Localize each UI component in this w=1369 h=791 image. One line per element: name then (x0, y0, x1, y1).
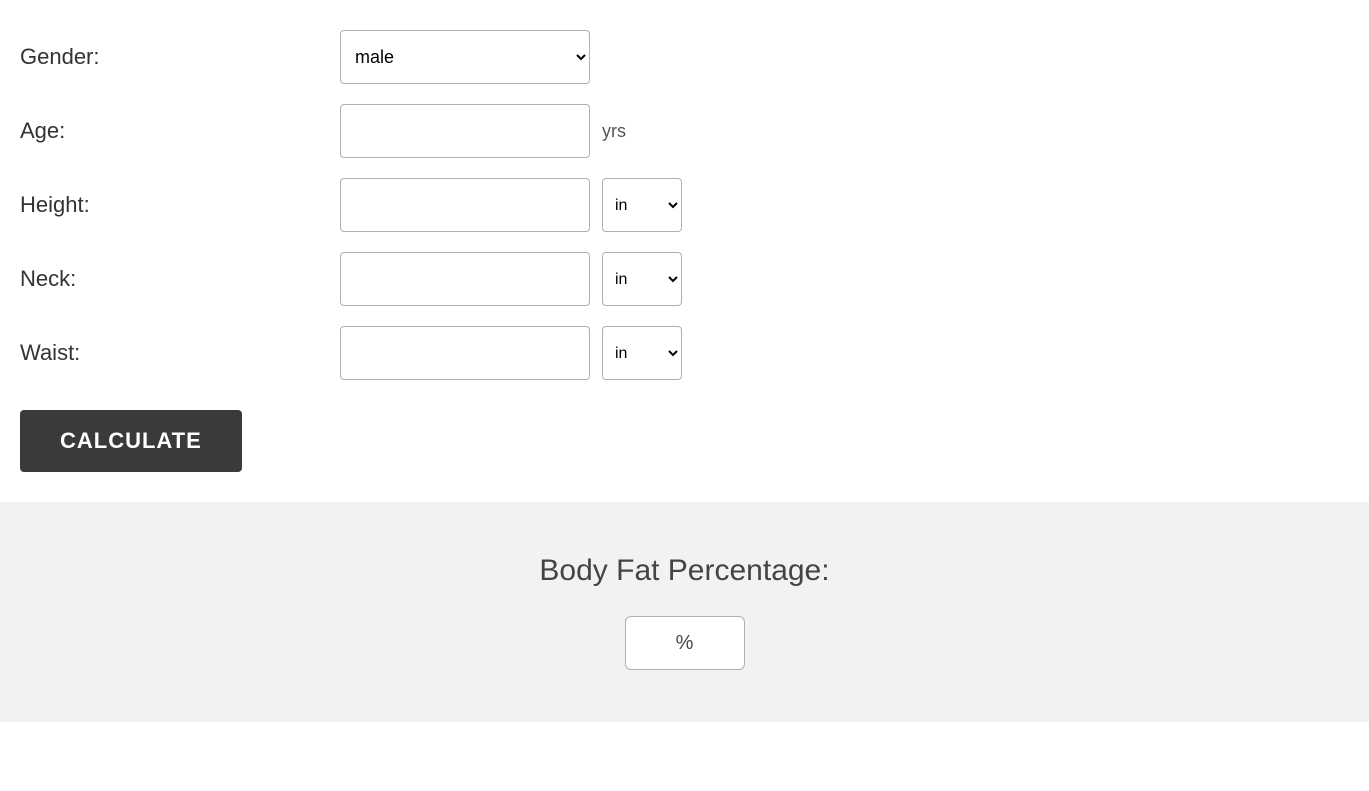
age-label: Age: (20, 118, 340, 144)
age-row: Age: yrs (20, 104, 1349, 158)
gender-row: Gender: male female (20, 30, 1349, 84)
height-input[interactable] (340, 178, 590, 232)
waist-unit-select[interactable]: in cm (602, 326, 682, 380)
result-value: % (676, 632, 694, 655)
neck-input[interactable] (340, 252, 590, 306)
result-value-box: % (625, 616, 745, 670)
age-unit-label: yrs (602, 121, 626, 142)
waist-label: Waist: (20, 340, 340, 366)
height-input-wrapper (340, 178, 590, 232)
neck-label: Neck: (20, 266, 340, 292)
calculate-button[interactable]: CALCULATE (20, 410, 242, 472)
gender-label: Gender: (20, 44, 340, 70)
age-input[interactable] (340, 104, 590, 158)
calculator-form: Gender: male female Age: yrs Height: in … (0, 0, 1369, 502)
height-label: Height: (20, 192, 340, 218)
waist-input[interactable] (340, 326, 590, 380)
waist-row: Waist: in cm (20, 326, 1349, 380)
height-row: Height: in cm (20, 178, 1349, 232)
height-unit-select[interactable]: in cm (602, 178, 682, 232)
result-title: Body Fat Percentage: (539, 554, 829, 588)
result-section: Body Fat Percentage: % (0, 502, 1369, 722)
gender-select[interactable]: male female (340, 30, 590, 84)
neck-unit-select[interactable]: in cm (602, 252, 682, 306)
neck-row: Neck: in cm (20, 252, 1349, 306)
